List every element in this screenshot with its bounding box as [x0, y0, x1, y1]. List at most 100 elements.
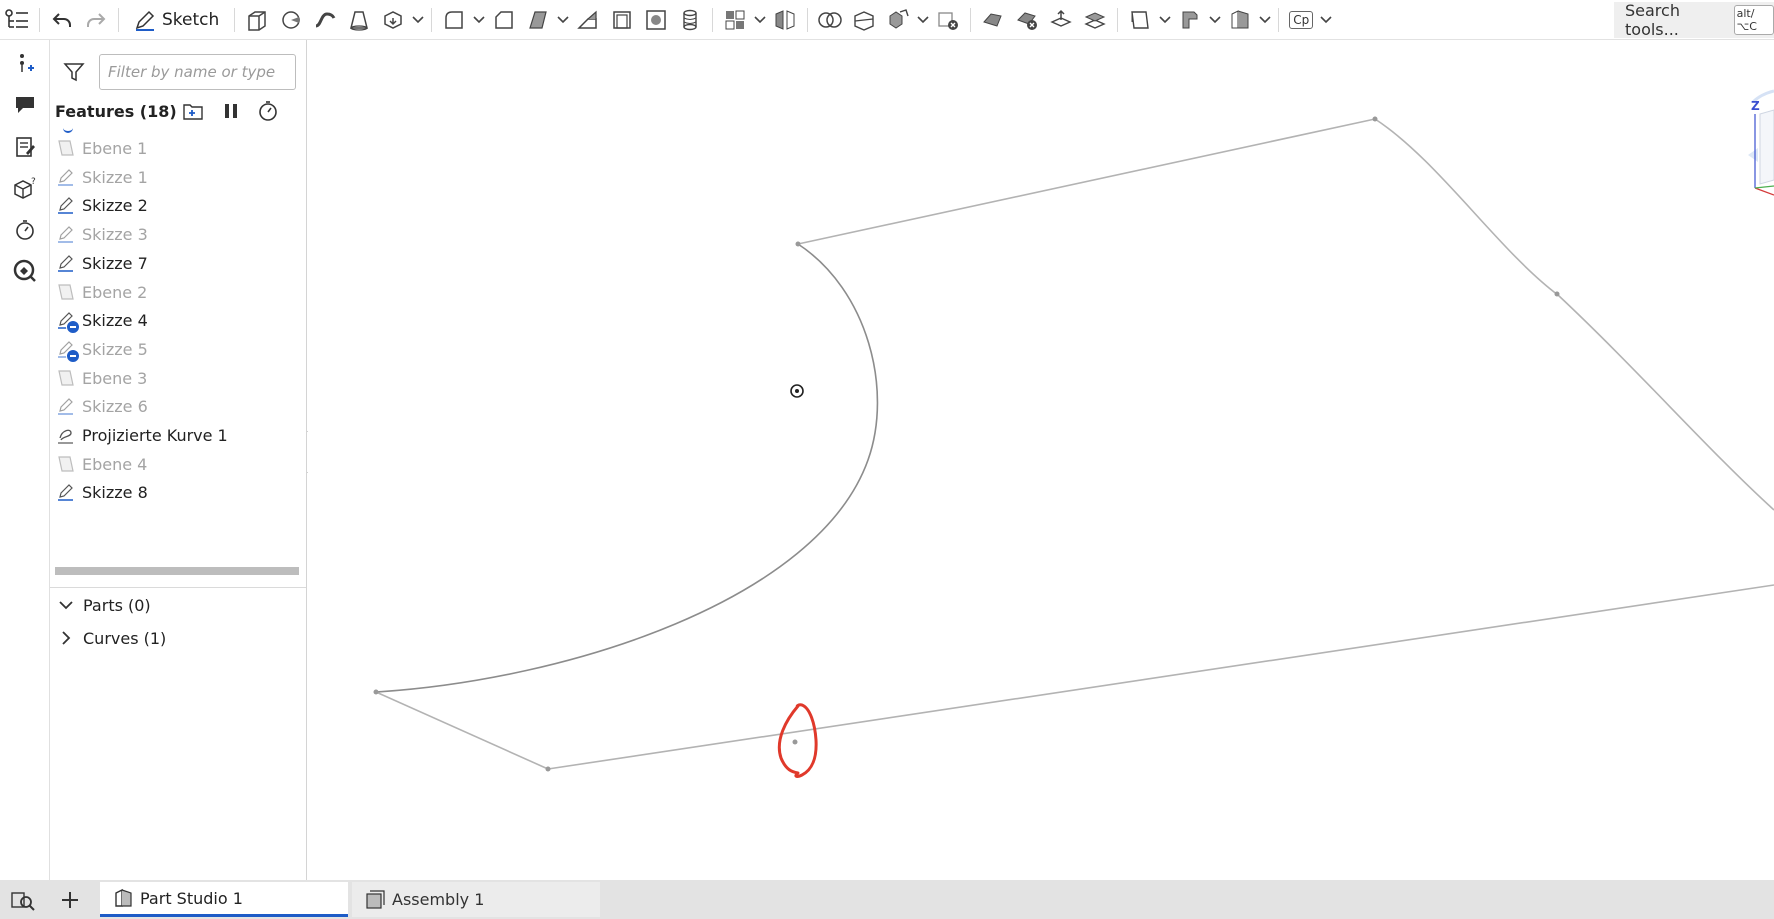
chevron-down-icon[interactable]	[1257, 4, 1273, 36]
mass-properties-icon[interactable]: ?	[9, 172, 41, 204]
chevron-down-icon[interactable]	[1318, 4, 1334, 36]
pattern-icon[interactable]	[718, 4, 752, 36]
feature-label: Skizze 2	[82, 196, 148, 216]
app-store-icon[interactable]	[9, 255, 41, 287]
thicken-icon[interactable]	[376, 4, 410, 36]
chevron-down-icon[interactable]	[471, 4, 487, 36]
vertex[interactable]	[795, 241, 801, 247]
feature-timer-icon[interactable]	[255, 98, 281, 124]
toolbar-separator	[970, 7, 972, 32]
sketch-icon	[57, 483, 75, 502]
vertex[interactable]	[1372, 116, 1378, 122]
arc-curve[interactable]	[375, 243, 879, 693]
arc-center-marker[interactable]	[790, 384, 804, 398]
delete-part-icon[interactable]	[931, 4, 965, 36]
vertex[interactable]	[545, 766, 551, 772]
chevron-down-icon[interactable]	[55, 594, 77, 616]
mirror-icon[interactable]	[768, 4, 802, 36]
fillet-icon[interactable]	[437, 4, 471, 36]
hole-icon[interactable]	[639, 4, 673, 36]
move-face-icon[interactable]	[1044, 4, 1078, 36]
sheet-metal-icon[interactable]	[1173, 4, 1207, 36]
graphics-viewport[interactable]: Z	[308, 40, 1774, 880]
z-axis-label: Z	[1751, 99, 1760, 113]
feature-label: Skizze 3	[82, 225, 148, 245]
feature-item[interactable]: Skizze 4	[50, 305, 306, 335]
feature-item[interactable]: Projizierte Kurve 1	[50, 420, 306, 450]
model-geometry[interactable]: Z	[308, 40, 1774, 880]
chevron-down-icon[interactable]	[1157, 4, 1173, 36]
feature-item[interactable]: Skizze 8	[50, 477, 306, 507]
edge-top[interactable]	[797, 118, 1376, 245]
chevron-down-icon[interactable]	[1207, 4, 1223, 36]
vertex[interactable]	[792, 739, 798, 745]
add-folder-icon[interactable]	[180, 98, 206, 124]
chevron-down-icon[interactable]	[410, 4, 426, 36]
cp-label: Cp	[1289, 10, 1314, 29]
search-tools-field[interactable]: Search tools... alt/⌥C	[1614, 1, 1774, 39]
chevron-right-icon[interactable]	[55, 627, 77, 649]
custom-feature-cp-icon[interactable]: Cp	[1284, 4, 1318, 36]
plane-icon	[57, 369, 75, 387]
frame-icon[interactable]	[1223, 4, 1257, 36]
chevron-down-icon[interactable]	[752, 4, 768, 36]
sweep-icon[interactable]	[308, 4, 342, 36]
search-documents-icon[interactable]	[10, 888, 36, 914]
toolbar-separator	[234, 7, 236, 32]
feature-item[interactable]: Skizze 6	[50, 391, 306, 421]
parts-section[interactable]: Parts (0)	[55, 591, 295, 619]
thread-icon[interactable]	[673, 4, 707, 36]
filter-input[interactable]	[99, 54, 296, 90]
boolean-icon[interactable]	[813, 4, 847, 36]
vertex[interactable]	[1554, 291, 1560, 297]
draft-icon[interactable]	[521, 4, 555, 36]
chevron-down-icon[interactable]	[555, 4, 571, 36]
features-header: Features (18)	[55, 98, 305, 124]
curves-section[interactable]: Curves (1)	[55, 624, 295, 652]
edge-bottom-left[interactable]	[375, 691, 549, 770]
revolve-icon[interactable]	[274, 4, 308, 36]
modify-fillet-icon[interactable]	[976, 4, 1010, 36]
delete-face-icon[interactable]	[1010, 4, 1044, 36]
redo-icon[interactable]	[79, 4, 113, 36]
feature-item[interactable]: Ebene 3	[50, 363, 306, 393]
toolbar-separator	[431, 7, 433, 32]
feature-item[interactable]: Skizze 1	[50, 162, 306, 192]
feature-item[interactable]: Skizze 3	[50, 219, 306, 249]
chevron-down-icon[interactable]	[915, 4, 931, 36]
chamfer-icon[interactable]	[487, 4, 521, 36]
split-icon[interactable]	[847, 4, 881, 36]
shell-icon[interactable]	[605, 4, 639, 36]
replace-face-icon[interactable]	[1078, 4, 1112, 36]
rollback-bar[interactable]	[55, 567, 299, 575]
rib-icon[interactable]	[571, 4, 605, 36]
transform-icon[interactable]	[881, 4, 915, 36]
edge-right-curve[interactable]	[1374, 118, 1774, 511]
extrude-icon[interactable]	[240, 4, 274, 36]
tab-part-studio[interactable]: Part Studio 1	[100, 882, 348, 917]
feature-item[interactable]: Ebene 2	[50, 277, 306, 307]
feature-item[interactable]: Skizze 2	[50, 190, 306, 220]
feature-item[interactable]: Skizze 7	[50, 248, 306, 278]
insert-feature-icon[interactable]	[9, 48, 41, 80]
sketch-button[interactable]: Sketch	[124, 4, 229, 36]
feature-item[interactable]: Ebene 4	[50, 449, 306, 479]
tab-assembly[interactable]: Assembly 1	[352, 882, 600, 917]
undo-icon[interactable]	[45, 4, 79, 36]
pause-icon[interactable]	[218, 98, 244, 124]
feature-item[interactable]: Skizze 5	[50, 334, 306, 364]
feature-list-toggle-icon[interactable]	[0, 4, 34, 36]
view-cube[interactable]: Z	[1748, 89, 1774, 196]
feature-item[interactable]: Ebene 1	[50, 133, 306, 163]
feature-label: Skizze 5	[82, 339, 148, 359]
vertex[interactable]	[373, 689, 379, 695]
stopwatch-icon[interactable]	[9, 214, 41, 246]
loft-icon[interactable]	[342, 4, 376, 36]
comments-icon[interactable]	[9, 89, 41, 121]
add-tab-button[interactable]	[54, 884, 86, 916]
notes-icon[interactable]	[9, 131, 41, 163]
edge-bottom[interactable]	[547, 584, 1774, 770]
filter-icon[interactable]	[62, 60, 86, 84]
plane-icon[interactable]	[1123, 4, 1157, 36]
sketch-icon	[57, 168, 75, 186]
